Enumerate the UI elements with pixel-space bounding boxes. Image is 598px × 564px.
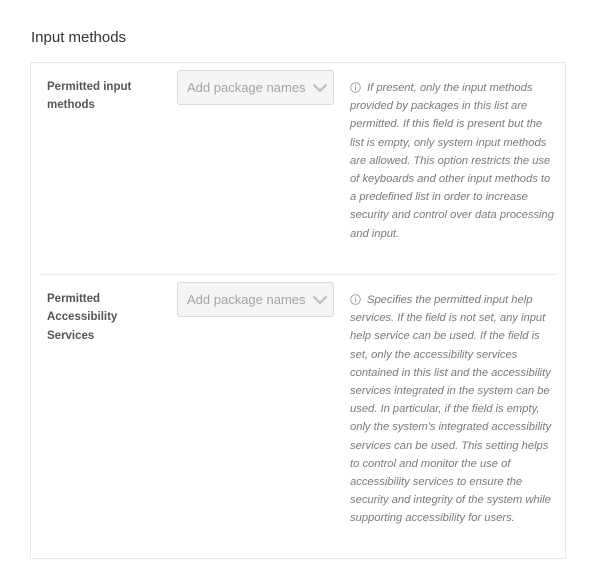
field-row-permitted-accessibility-services: Permitted Accessibility Services Specifi… <box>31 275 565 559</box>
package-names-input[interactable] <box>178 71 305 104</box>
help-text: Specifies the permitted input help servi… <box>350 294 552 525</box>
field-help: Specifies the permitted input help servi… <box>350 291 555 528</box>
info-circle-icon <box>350 81 361 93</box>
field-help: If present, only the input methods provi… <box>350 79 555 243</box>
package-names-input[interactable] <box>178 283 305 316</box>
package-names-select[interactable] <box>177 282 334 317</box>
info-circle-icon <box>350 293 361 305</box>
field-label: Permitted input methods <box>47 81 132 112</box>
help-text: If present, only the input methods provi… <box>350 82 554 240</box>
field-row-permitted-input-methods: Permitted input methods If present, only… <box>31 63 565 274</box>
package-names-select[interactable] <box>177 70 334 105</box>
input-methods-card: Permitted input methods If present, only… <box>30 62 566 559</box>
section-title: Input methods <box>31 29 127 46</box>
chevron-down-icon[interactable] <box>312 81 328 95</box>
field-label: Permitted Accessibility Services <box>47 293 118 342</box>
chevron-down-icon[interactable] <box>312 293 328 307</box>
